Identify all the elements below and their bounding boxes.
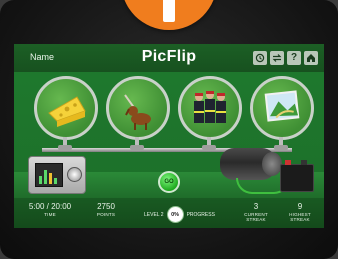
device-top-tab (121, 0, 217, 30)
swap-button[interactable] (270, 51, 284, 65)
picture-card-cheese[interactable] (34, 76, 98, 150)
points-stat: 2750 Points (86, 202, 126, 217)
battery-terminal (285, 160, 291, 165)
highest-streak-label: Highest Streak (289, 212, 311, 222)
level-label: LEVEL 2 (144, 211, 164, 218)
cheese-icon (48, 96, 86, 127)
highest-streak-stat: 9 Highest Streak (280, 202, 320, 222)
card-base (58, 145, 72, 150)
help-icon: ? (290, 52, 298, 63)
card-ring (178, 76, 242, 140)
picture-card-dog[interactable] (106, 76, 170, 150)
points-label: Points (96, 212, 116, 217)
picture-card-firefighters[interactable] (178, 76, 242, 150)
toolbar: ? (253, 51, 318, 65)
history-icon (255, 53, 265, 63)
progress-indicator: 0% (166, 206, 184, 223)
landscape-icon (264, 90, 300, 122)
firefighters-icon (194, 91, 226, 123)
radio-level-bar (39, 176, 42, 184)
tablet-device: Name PicFlip ? GO 5:00 / 20:00 TIME 2750… (0, 0, 338, 259)
battery-device (280, 160, 314, 192)
game-screen: Name PicFlip ? GO 5:00 / 20:00 TIME 2750… (14, 44, 324, 228)
points-value: 2750 (97, 202, 115, 211)
card-ring (34, 76, 98, 140)
home-icon (307, 54, 315, 62)
status-bar: 5:00 / 20:00 Time 2750 Points LEVEL 2 0%… (14, 198, 324, 228)
card-base (130, 145, 144, 150)
current-streak-label: Current Streak (244, 212, 268, 222)
radio-device (28, 156, 86, 194)
highest-streak-value: 9 (297, 202, 303, 211)
time-value: 5:00 / 20:00 (28, 202, 72, 211)
card-base (202, 145, 216, 150)
home-button[interactable] (304, 51, 318, 65)
card-ring (250, 76, 314, 140)
radio-level-bar (44, 170, 47, 184)
picture-card-landscape[interactable] (250, 76, 314, 150)
top-bar: Name PicFlip ? (14, 44, 324, 72)
radio-knob (67, 167, 82, 182)
swap-icon (272, 54, 282, 62)
time-label: Time (44, 212, 56, 217)
radio-display (35, 163, 63, 187)
go-button[interactable]: GO (158, 171, 180, 193)
dog-icon (124, 94, 151, 130)
radio-level-bar (54, 178, 57, 184)
history-button[interactable] (253, 51, 267, 65)
current-streak-stat: 3 Current Streak (236, 202, 276, 222)
level-progress: LEVEL 2 0% Progress (144, 206, 215, 223)
current-streak-value: 3 (253, 202, 259, 211)
tab-notch (163, 0, 175, 22)
time-stat: 5:00 / 20:00 Time (24, 202, 76, 217)
battery-terminal (301, 160, 307, 165)
help-button[interactable]: ? (287, 51, 301, 65)
radio-level-bar (49, 173, 52, 184)
card-base (274, 145, 288, 150)
motor-device (220, 148, 282, 180)
progress-label: Progress (186, 211, 215, 218)
card-ring (106, 76, 170, 140)
